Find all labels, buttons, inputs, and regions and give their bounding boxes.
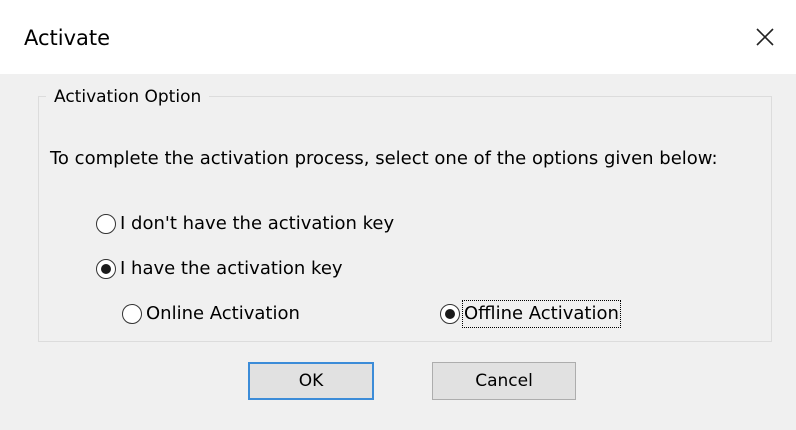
group-legend: Activation Option (46, 86, 210, 108)
radio-have-activation-key[interactable]: I have the activation key (96, 257, 343, 281)
radio-online-activation[interactable]: Online Activation (122, 302, 300, 326)
radio-offline-activation[interactable]: Offline Activation (440, 300, 621, 328)
radio-button[interactable] (96, 214, 116, 234)
radio-button[interactable] (440, 304, 460, 324)
activate-dialog: Activate Activation Option To complete t… (0, 0, 796, 430)
radio-button[interactable] (122, 304, 142, 324)
ok-button[interactable]: OK (248, 362, 374, 400)
cancel-button[interactable]: Cancel (432, 362, 576, 400)
title-bar: Activate (0, 0, 796, 74)
radio-button[interactable] (96, 259, 116, 279)
close-button[interactable] (740, 12, 790, 62)
radio-selected-dot (101, 264, 111, 274)
radio-selected-dot (445, 309, 455, 319)
radio-label: Online Activation (146, 303, 300, 324)
radio-label: Offline Activation (462, 300, 621, 328)
radio-label: I don't have the activation key (120, 213, 395, 234)
radio-no-activation-key[interactable]: I don't have the activation key (96, 212, 394, 236)
instruction-text: To complete the activation process, sele… (50, 148, 718, 169)
close-icon (756, 28, 774, 46)
radio-label: I have the activation key (120, 258, 343, 279)
dialog-title: Activate (24, 26, 111, 50)
